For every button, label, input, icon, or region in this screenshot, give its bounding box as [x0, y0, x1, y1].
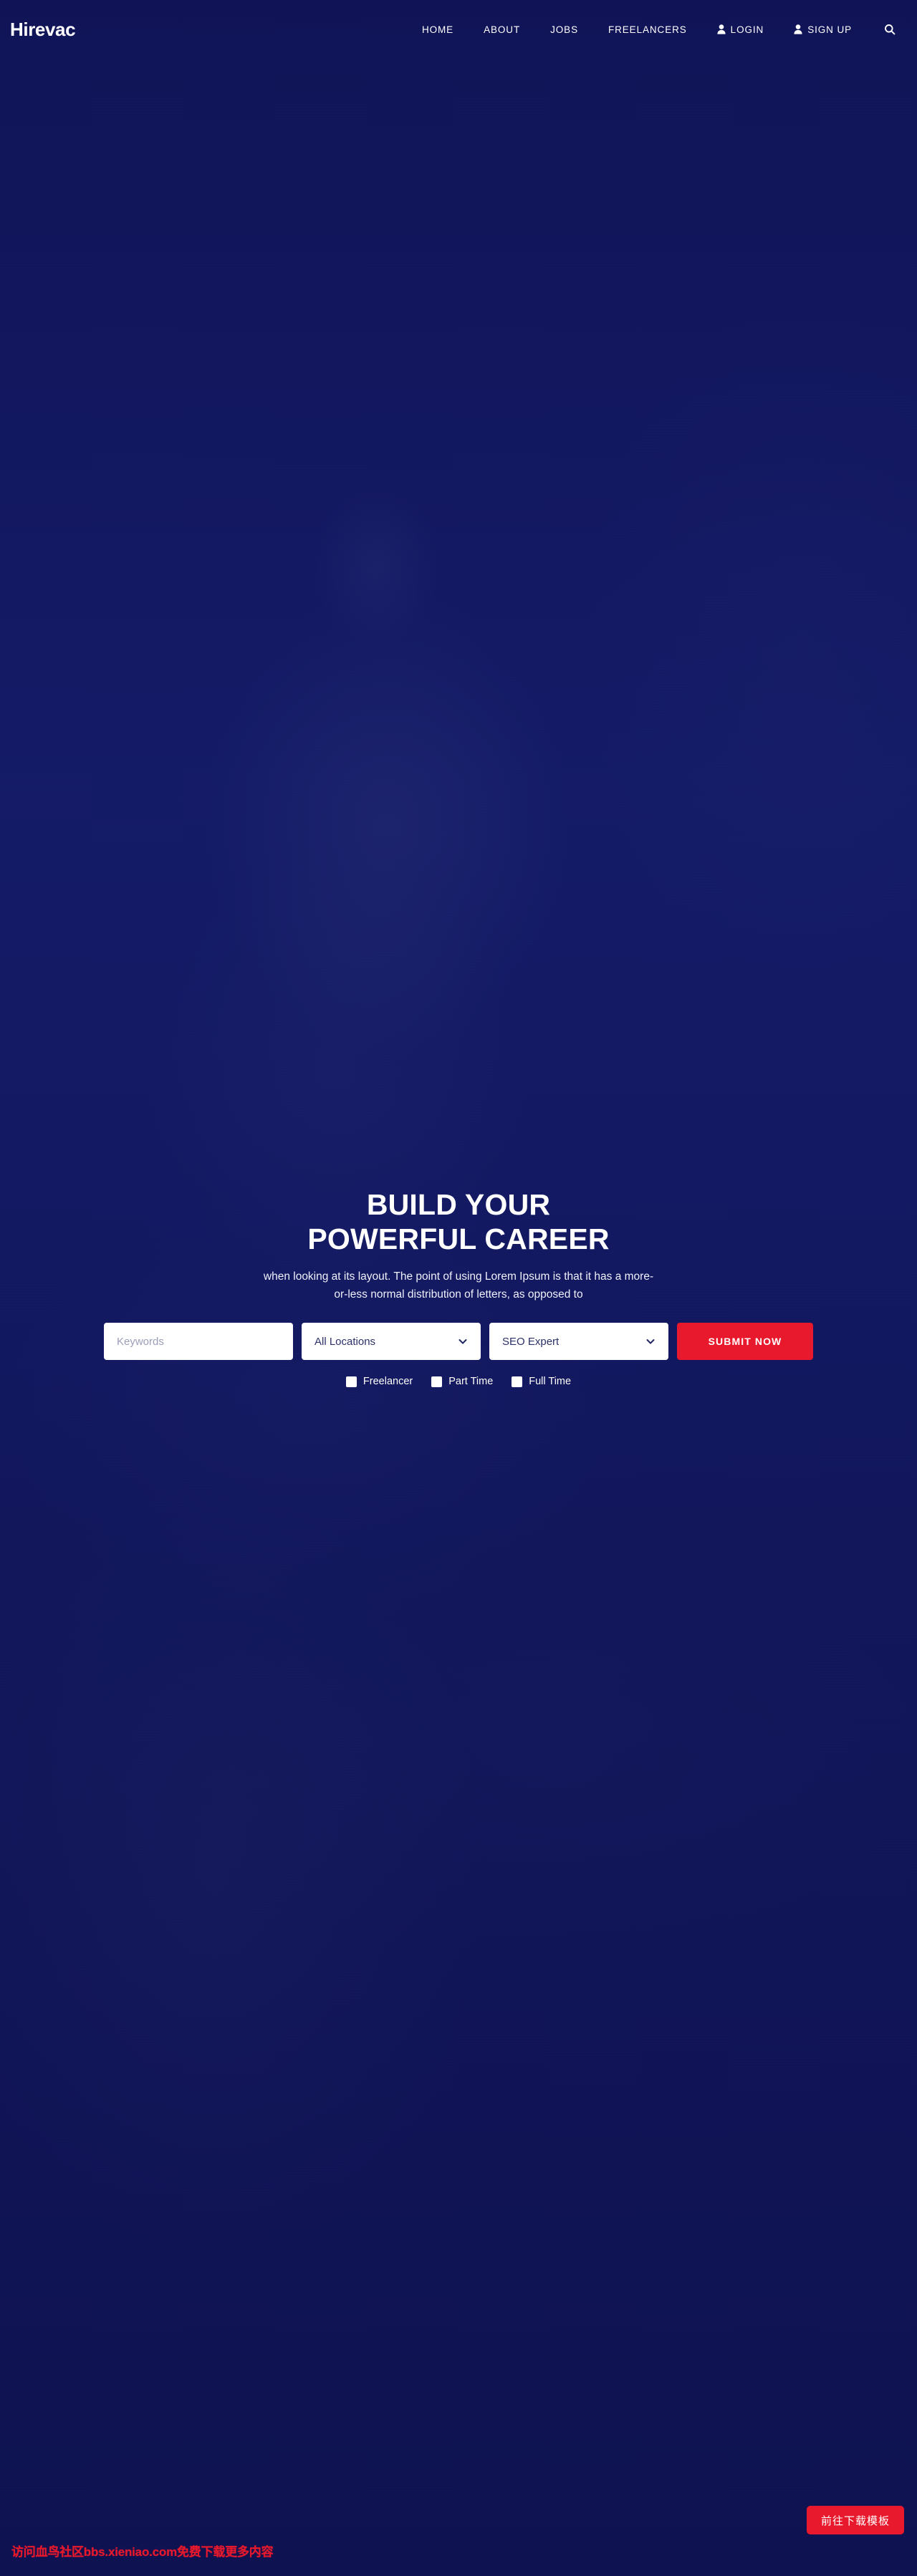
nav-item-label: ABOUT [484, 24, 521, 35]
checkbox-label: Full Time [529, 1376, 572, 1387]
nav-item-label: HOME [421, 24, 454, 35]
checkbox-box[interactable] [345, 1376, 357, 1387]
download-template-button[interactable]: 前往下载模板 [807, 2506, 904, 2534]
watermark-text: 访问血鸟社区bbs.xieniao.com免费下载更多内容 [11, 2545, 274, 2559]
chevron-down-icon [645, 1336, 656, 1346]
job-search-form: Keywords All Locations SEO Expert SUBMIT… [0, 1323, 917, 1360]
checkbox-box[interactable] [431, 1376, 443, 1387]
nav-item-label: LOGIN [730, 24, 764, 35]
nav-item-jobs[interactable]: JOBS [535, 24, 593, 35]
nav-item-home[interactable]: HOME [407, 24, 469, 35]
job-type-filters: Freelancer Part Time Full Time [0, 1376, 917, 1387]
category-select[interactable]: SEO Expert [489, 1323, 668, 1360]
page-subtitle-line-1: when looking at its layout. The point of… [263, 1270, 654, 1283]
checkbox-freelancer[interactable]: Freelancer [345, 1376, 413, 1387]
location-select-value: All Locations [315, 1335, 376, 1348]
search-icon[interactable] [867, 24, 904, 35]
hero-content: BUILD YOUR POWERFUL CAREER when looking … [0, 1187, 917, 1387]
nav-item-label: JOBS [550, 24, 578, 35]
main-navigation: HOME ABOUT JOBS FREELANCERS LOGIN SIGN U… [407, 24, 904, 35]
user-plus-icon [794, 24, 802, 34]
nav-item-login[interactable]: LOGIN [702, 24, 779, 35]
nav-item-about[interactable]: ABOUT [469, 24, 535, 35]
nav-item-signup[interactable]: SIGN UP [779, 24, 867, 35]
checkbox-part-time[interactable]: Part Time [431, 1376, 493, 1387]
keywords-input-placeholder: Keywords [117, 1335, 164, 1348]
user-icon [717, 24, 726, 34]
page-title-line-2: POWERFUL CAREER [307, 1222, 610, 1255]
page-title-line-1: BUILD YOUR [366, 1188, 551, 1221]
page-title: BUILD YOUR POWERFUL CAREER [0, 1187, 917, 1256]
category-select-value: SEO Expert [502, 1335, 560, 1348]
checkbox-box[interactable] [512, 1376, 523, 1387]
page-subtitle: when looking at its layout. The point of… [0, 1268, 917, 1303]
nav-item-label: FREELANCERS [608, 24, 687, 35]
keywords-input[interactable]: Keywords [104, 1323, 293, 1360]
site-header: Hirevac HOME ABOUT JOBS FREELANCERS LOGI… [0, 0, 917, 59]
checkbox-label: Freelancer [363, 1376, 413, 1387]
nav-item-freelancers[interactable]: FREELANCERS [593, 24, 702, 35]
checkbox-label: Part Time [448, 1376, 494, 1387]
checkbox-full-time[interactable]: Full Time [512, 1376, 571, 1387]
page-subtitle-line-2: or-less normal distribution of letters, … [334, 1288, 583, 1301]
hero-section: Hirevac HOME ABOUT JOBS FREELANCERS LOGI… [0, 0, 917, 2576]
nav-item-label: SIGN UP [807, 24, 852, 35]
chevron-down-icon [458, 1336, 468, 1346]
site-logo[interactable]: Hirevac [10, 19, 76, 41]
submit-now-button[interactable]: SUBMIT NOW [677, 1323, 813, 1360]
location-select[interactable]: All Locations [302, 1323, 481, 1360]
